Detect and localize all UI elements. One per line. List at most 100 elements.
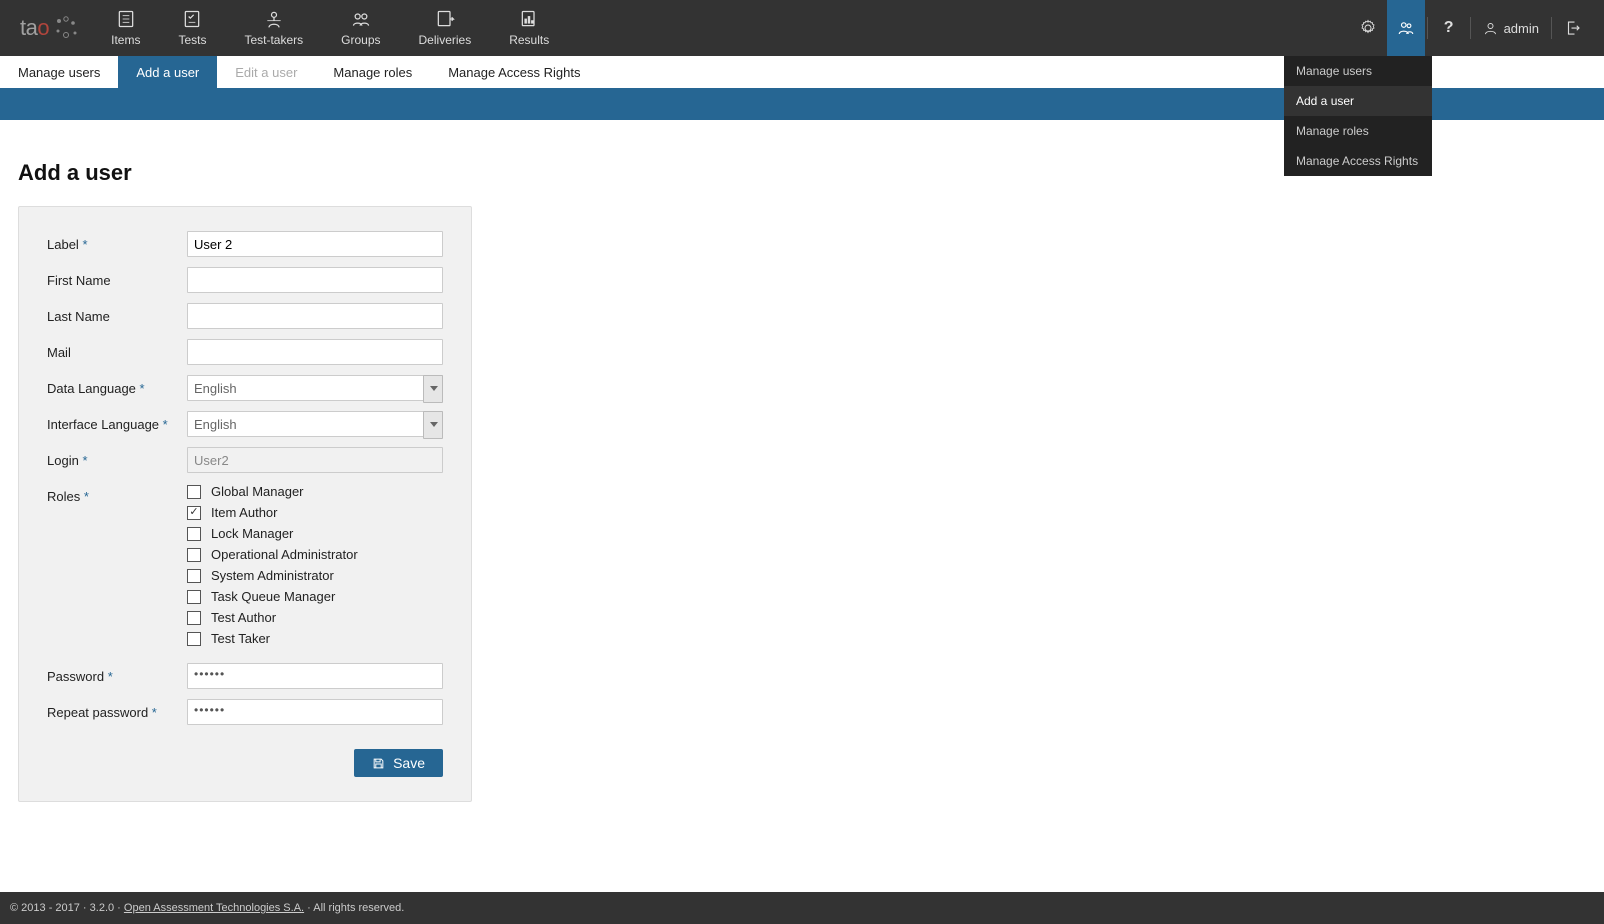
dropdown-manage-users[interactable]: Manage users xyxy=(1284,56,1432,86)
checkbox-icon[interactable] xyxy=(187,548,201,562)
nav-test-takers[interactable]: Test-takers xyxy=(244,9,303,47)
nav-tests[interactable]: Tests xyxy=(178,9,206,47)
logo-dots-icon xyxy=(51,13,81,43)
tab-manage-users[interactable]: Manage users xyxy=(0,56,118,88)
lastname-input[interactable] xyxy=(187,303,443,329)
nav-label: Items xyxy=(111,33,140,47)
data-language-select[interactable]: English xyxy=(187,375,443,401)
checkbox-icon[interactable] xyxy=(187,569,201,583)
tests-icon xyxy=(182,9,202,29)
tab-manage-roles[interactable]: Manage roles xyxy=(315,56,430,88)
login-input xyxy=(187,447,443,473)
field-label-mail: Mail xyxy=(47,339,187,360)
role-item[interactable]: System Administrator xyxy=(187,567,443,584)
save-button[interactable]: Save xyxy=(354,749,443,777)
checkbox-icon[interactable] xyxy=(187,527,201,541)
nav-label: Groups xyxy=(341,33,380,47)
logout-button[interactable] xyxy=(1554,0,1592,56)
role-label: Test Author xyxy=(211,610,276,625)
role-label: Global Manager xyxy=(211,484,304,499)
mail-input[interactable] xyxy=(187,339,443,365)
user-menu[interactable]: admin xyxy=(1473,21,1549,36)
checkbox-icon[interactable] xyxy=(187,590,201,604)
tab-edit-user: Edit a user xyxy=(217,56,315,88)
field-label-lastname: Last Name xyxy=(47,303,187,324)
role-item[interactable]: Item Author xyxy=(187,504,443,521)
nav-results[interactable]: Results xyxy=(509,9,549,47)
label-input[interactable] xyxy=(187,231,443,257)
footer-link[interactable]: Open Assessment Technologies S.A. xyxy=(124,902,304,914)
primary-nav: Items Tests Test-takers Groups Deliverie… xyxy=(111,9,549,47)
header-right: ? admin xyxy=(1349,0,1592,56)
logo[interactable]: tao xyxy=(20,13,81,43)
add-user-form: Label * First Name Last Name Mail Data L… xyxy=(18,206,472,802)
role-label: System Administrator xyxy=(211,568,334,583)
field-label-iface-lang: Interface Language * xyxy=(47,411,187,432)
role-label: Task Queue Manager xyxy=(211,589,335,604)
role-item[interactable]: Test Author xyxy=(187,609,443,626)
role-item[interactable]: Operational Administrator xyxy=(187,546,443,563)
user-icon xyxy=(1483,21,1498,36)
role-item[interactable]: Lock Manager xyxy=(187,525,443,542)
settings-button[interactable] xyxy=(1349,0,1387,56)
tab-manage-access-rights[interactable]: Manage Access Rights xyxy=(430,56,598,88)
dropdown-manage-access-rights[interactable]: Manage Access Rights xyxy=(1284,146,1432,176)
nav-label: Deliveries xyxy=(419,33,472,47)
nav-items[interactable]: Items xyxy=(111,9,140,47)
password-input[interactable]: •••••• xyxy=(187,663,443,689)
users-button[interactable] xyxy=(1387,0,1425,56)
checkbox-icon[interactable] xyxy=(187,632,201,646)
groups-icon xyxy=(351,9,371,29)
content: Add a user Label * First Name Last Name … xyxy=(0,120,1604,892)
checkbox-icon[interactable] xyxy=(187,485,201,499)
field-label-login: Login * xyxy=(47,447,187,468)
role-label: Lock Manager xyxy=(211,526,293,541)
users-icon xyxy=(1397,19,1415,37)
save-label: Save xyxy=(393,755,425,771)
role-item[interactable]: Test Taker xyxy=(187,630,443,647)
nav-label: Test-takers xyxy=(244,33,303,47)
dropdown-add-user[interactable]: Add a user xyxy=(1284,86,1432,116)
role-item[interactable]: Global Manager xyxy=(187,483,443,500)
interface-language-select[interactable]: English xyxy=(187,411,443,437)
nav-label: Results xyxy=(509,33,549,47)
logout-icon xyxy=(1564,19,1582,37)
role-label: Test Taker xyxy=(211,631,270,646)
field-label-roles: Roles * xyxy=(47,483,187,504)
repeat-password-input[interactable]: •••••• xyxy=(187,699,443,725)
help-button[interactable]: ? xyxy=(1430,0,1468,56)
checkbox-icon[interactable] xyxy=(187,506,201,520)
dropdown-manage-roles[interactable]: Manage roles xyxy=(1284,116,1432,146)
results-icon xyxy=(519,9,539,29)
field-label-repeat-password: Repeat password * xyxy=(47,699,187,720)
footer: © 2013 - 2017 · 3.2.0 · Open Assessment … xyxy=(0,892,1604,924)
role-label: Item Author xyxy=(211,505,277,520)
role-label: Operational Administrator xyxy=(211,547,358,562)
users-dropdown: Manage users Add a user Manage roles Man… xyxy=(1284,56,1432,176)
footer-suffix: · All rights reserved. xyxy=(304,902,404,914)
field-label-label: Label * xyxy=(47,231,187,252)
test-takers-icon xyxy=(264,9,284,29)
gear-icon xyxy=(1359,19,1377,37)
separator xyxy=(1470,17,1471,39)
nav-label: Tests xyxy=(178,33,206,47)
role-item[interactable]: Task Queue Manager xyxy=(187,588,443,605)
firstname-input[interactable] xyxy=(187,267,443,293)
footer-copyright: © 2013 - 2017 · 3.2.0 · xyxy=(10,902,124,914)
field-label-data-lang: Data Language * xyxy=(47,375,187,396)
user-label: admin xyxy=(1504,21,1539,36)
items-icon xyxy=(116,9,136,29)
nav-deliveries[interactable]: Deliveries xyxy=(419,9,472,47)
separator xyxy=(1551,17,1552,39)
tab-add-user[interactable]: Add a user xyxy=(118,56,217,88)
nav-groups[interactable]: Groups xyxy=(341,9,380,47)
roles-list: Global Manager Item Author Lock Manager … xyxy=(187,483,443,647)
top-header: tao Items Tests Test-takers xyxy=(0,0,1604,56)
checkbox-icon[interactable] xyxy=(187,611,201,625)
save-icon xyxy=(372,757,385,770)
separator xyxy=(1427,17,1428,39)
logo-text: tao xyxy=(20,15,49,41)
field-label-password: Password * xyxy=(47,663,187,684)
field-label-firstname: First Name xyxy=(47,267,187,288)
help-icon: ? xyxy=(1444,19,1454,37)
